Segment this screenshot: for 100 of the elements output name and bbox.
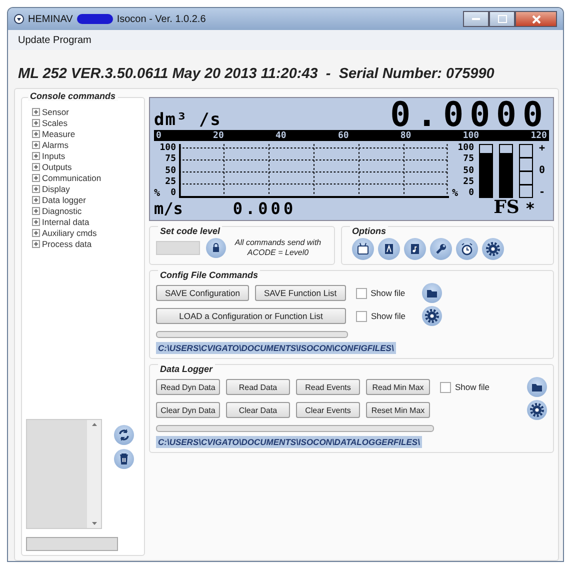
settings-icon <box>486 242 500 256</box>
command-field[interactable] <box>26 537 118 551</box>
read-button[interactable]: Read Data <box>226 379 290 395</box>
text-file-button[interactable] <box>378 238 400 260</box>
tree-item[interactable]: Measure <box>32 129 140 139</box>
axis-label: 100 <box>160 144 176 153</box>
clear-button[interactable]: Reset Min Max <box>366 402 430 418</box>
folder-path: C:\USERS\CVIGATO\DOCUMENTS\ISOCON\CONFIGFILES\ <box>156 342 396 354</box>
tree-item[interactable]: Display <box>32 184 140 194</box>
tree-item[interactable]: Process data <box>32 239 140 249</box>
maximize-button[interactable] <box>489 11 515 27</box>
code-field[interactable] <box>156 241 200 255</box>
alarm-button[interactable] <box>456 238 478 260</box>
clear-button[interactable]: Clear Data <box>226 402 290 418</box>
center-meter <box>519 144 533 198</box>
group-title: Set code level <box>158 226 222 236</box>
group-title: Options <box>350 226 388 236</box>
settings-button[interactable] <box>527 400 547 420</box>
folder-button[interactable] <box>527 377 547 397</box>
axis-label: 25 <box>165 178 176 187</box>
tree-item[interactable]: Internal data <box>32 217 140 227</box>
read-button[interactable]: Read Min Max <box>366 379 430 395</box>
show-file-checkbox[interactable]: Show file <box>356 310 416 322</box>
document-icon <box>385 244 393 254</box>
meter-label: - <box>539 188 546 198</box>
meter-label: + <box>539 144 546 154</box>
expand-icon[interactable] <box>32 196 40 204</box>
tree-item[interactable]: Outputs <box>32 162 140 172</box>
group-title: Console commands <box>28 91 118 101</box>
expand-icon[interactable] <box>32 185 40 193</box>
minimize-button[interactable] <box>463 11 489 27</box>
clear-button[interactable]: Clear Dyn Data <box>156 402 220 418</box>
wrench-icon <box>436 244 446 254</box>
save-button[interactable]: SAVE Configuration <box>156 285 249 301</box>
axis-label: 25 <box>463 178 474 187</box>
minimize-icon <box>472 18 480 20</box>
expand-icon[interactable] <box>32 108 40 116</box>
folder-button[interactable] <box>422 283 442 303</box>
axis-label: 0 <box>468 189 474 198</box>
axis-label: 0 <box>170 189 176 198</box>
alarm-clock-icon <box>462 243 472 256</box>
scale-label: 60 <box>338 130 349 140</box>
tree-item[interactable]: Data logger <box>32 195 140 205</box>
folder-path: C:\USERS\CVIGATO\DOCUMENTS\ISOCON\DATALOGGERFILES\ <box>156 436 422 448</box>
scroll-up-icon[interactable] <box>92 423 96 426</box>
menu-item[interactable]: Update Program <box>18 34 92 46</box>
expand-icon[interactable] <box>32 207 40 215</box>
close-button[interactable] <box>515 11 557 27</box>
settings-button[interactable] <box>482 238 504 260</box>
tree-item[interactable]: Auxiliary cmds <box>32 228 140 238</box>
expand-icon[interactable] <box>32 240 40 248</box>
expand-icon[interactable] <box>32 152 40 160</box>
music-file-icon <box>411 244 419 254</box>
tools-button[interactable] <box>430 238 452 260</box>
axis-label: % <box>452 189 458 198</box>
expand-icon[interactable] <box>32 174 40 182</box>
tree-item[interactable]: Diagnostic <box>32 206 140 216</box>
lock-button[interactable] <box>206 238 226 258</box>
app-icon <box>14 14 24 24</box>
expand-icon[interactable] <box>32 163 40 171</box>
window-title: Isocon - Ver. 1.0.2.6 <box>116 14 206 24</box>
scroll-down-icon[interactable] <box>92 522 96 525</box>
axis-label: 75 <box>463 155 474 164</box>
show-file-checkbox[interactable]: Show file <box>440 382 500 392</box>
scale-label: 120 <box>530 130 547 140</box>
tree-item[interactable]: Inputs <box>32 151 140 161</box>
tree-item[interactable]: Scales <box>32 118 140 128</box>
trash-button[interactable] <box>114 449 134 469</box>
load-button[interactable]: LOAD a Configuration or Function List <box>156 308 346 324</box>
redaction-mark <box>76 14 113 24</box>
lcd-unit: dm³ /s <box>154 110 222 130</box>
code-note: All commands send with ACODE = Level0 <box>234 238 322 258</box>
window-title: HEMINAV <box>28 14 73 24</box>
scale-label: 100 <box>462 130 480 140</box>
show-file-checkbox[interactable]: Show file <box>356 288 416 298</box>
settings-icon <box>530 403 544 417</box>
refresh-icon <box>117 428 131 442</box>
trash-icon <box>117 452 131 466</box>
tree-item[interactable]: Communication <box>32 173 140 183</box>
scrollbar[interactable] <box>87 420 101 528</box>
refresh-button[interactable] <box>114 425 134 445</box>
tree-item[interactable]: Alarms <box>32 140 140 150</box>
audio-file-button[interactable] <box>404 238 426 260</box>
read-button[interactable]: Read Dyn Data <box>156 379 220 395</box>
expand-icon[interactable] <box>32 119 40 127</box>
settings-icon <box>425 309 439 323</box>
tv-button[interactable] <box>352 238 374 260</box>
tree-item[interactable]: Sensor <box>32 107 140 117</box>
clear-button[interactable]: Clear Events <box>296 402 360 418</box>
expand-icon[interactable] <box>32 218 40 226</box>
save-button[interactable]: SAVE Function List <box>254 285 346 301</box>
scale-label: 40 <box>275 130 286 140</box>
settings-button[interactable] <box>422 306 442 326</box>
group-title: Config File Commands <box>158 270 260 280</box>
expand-icon[interactable] <box>32 130 40 138</box>
scale-label: 20 <box>213 130 224 140</box>
expand-icon[interactable] <box>32 141 40 149</box>
expand-icon[interactable] <box>32 229 40 237</box>
read-button[interactable]: Read Events <box>296 379 360 395</box>
lcd-value: 0.000 <box>232 199 296 218</box>
